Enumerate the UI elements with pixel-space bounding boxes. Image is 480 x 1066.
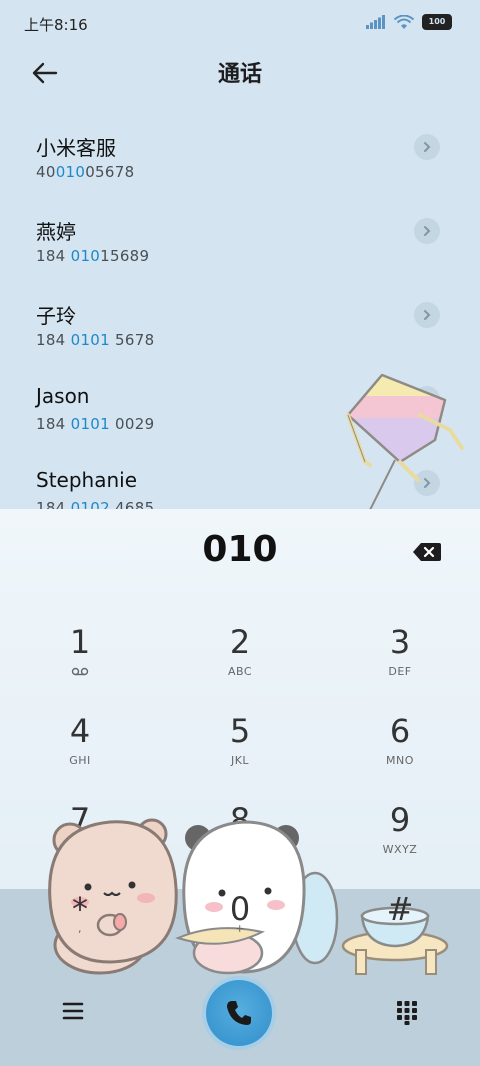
contact-number: 184 0101 5678	[36, 331, 154, 349]
key-1[interactable]: 1	[20, 623, 140, 703]
number-match: 010	[55, 163, 86, 181]
key-digit: 9	[389, 801, 411, 839]
status-icons: 100	[366, 14, 452, 30]
chevron-right-icon	[424, 310, 431, 320]
dialpad: 010 1 2 ABC 3 DEF 4 GHI 5 JKL 6 MNO 7 PQ…	[0, 509, 480, 889]
key-letters: TUV	[228, 843, 252, 856]
key-8[interactable]: 8 TUV	[180, 801, 300, 881]
dial-input[interactable]: 010	[0, 529, 480, 570]
phone-icon	[227, 1001, 251, 1025]
kite-decoration	[346, 373, 464, 510]
number-match: 0101	[70, 331, 110, 349]
number-suffix: 0029	[109, 415, 155, 433]
contact-number: 4001005678	[36, 163, 134, 181]
key-digit: 1	[69, 623, 91, 661]
key-letters: ABC	[227, 665, 253, 678]
key-letters: +	[235, 922, 245, 935]
number-prefix: 184	[36, 415, 71, 433]
key-digit: 3	[389, 623, 411, 661]
contact-number: 184 0101 0029	[36, 415, 154, 433]
key-star[interactable]: * ,	[20, 890, 140, 970]
key-digit: #	[386, 890, 414, 928]
key-letters: MNO	[386, 754, 414, 767]
contact-detail-button[interactable]	[414, 302, 440, 328]
key-letters: ,	[78, 922, 82, 935]
status-time: 上午8:16	[24, 16, 88, 34]
contact-detail-button[interactable]	[414, 218, 440, 244]
number-prefix: 40	[36, 163, 56, 181]
key-3[interactable]: 3 DEF	[340, 623, 460, 703]
key-9[interactable]: 9 WXYZ	[340, 801, 460, 881]
contact-item[interactable]: 子玲 184 0101 5678	[0, 280, 480, 364]
key-digit: 6	[389, 712, 411, 750]
number-match: 0101	[70, 415, 110, 433]
chevron-right-icon	[424, 142, 431, 152]
number-prefix: 184	[36, 331, 71, 349]
key-5[interactable]: 5 JKL	[180, 712, 300, 792]
key-letters: JKL	[230, 754, 250, 767]
key-digit: 2	[229, 623, 251, 661]
page-title: 通话	[217, 62, 262, 87]
key-digit: 5	[229, 712, 251, 750]
contact-name: 燕婷	[36, 220, 76, 244]
key-digit: 7	[69, 801, 91, 839]
contact-name: Stephanie	[36, 468, 138, 492]
key-letters: GHI	[69, 754, 91, 767]
contact-detail-button[interactable]	[414, 134, 440, 160]
key-letters: DEF	[388, 665, 412, 678]
contact-item[interactable]: 燕婷 184 01015689	[0, 196, 480, 280]
contact-item[interactable]: 小米客服 4001005678	[0, 112, 480, 196]
key-7[interactable]: 7 PQRS	[20, 801, 140, 881]
hamburger-menu-icon[interactable]	[60, 998, 86, 1024]
call-button[interactable]	[206, 980, 272, 1046]
key-digit: 8	[229, 801, 251, 839]
dialpad-grid-icon[interactable]	[394, 998, 420, 1026]
top-bar: 通话	[0, 46, 480, 100]
contact-name: 小米客服	[36, 136, 116, 160]
key-0[interactable]: 0 +	[180, 890, 300, 970]
wifi-icon	[394, 14, 414, 29]
backspace-icon[interactable]	[412, 541, 442, 563]
key-2[interactable]: 2 ABC	[180, 623, 300, 703]
signal-icon	[366, 15, 385, 29]
voicemail-icon	[71, 667, 89, 676]
battery-icon: 100	[422, 14, 452, 30]
chevron-right-icon	[424, 226, 431, 236]
number-match: 010	[70, 247, 101, 265]
contact-name: Jason	[36, 384, 90, 408]
key-letters: PQRS	[64, 843, 96, 856]
status-bar: 上午8:16 100	[0, 0, 480, 46]
contact-name: 子玲	[36, 304, 76, 328]
number-suffix: 05678	[85, 163, 135, 181]
number-suffix: 15689	[100, 247, 150, 265]
number-suffix: 5678	[109, 331, 155, 349]
contact-number: 184 01015689	[36, 247, 149, 265]
key-4[interactable]: 4 GHI	[20, 712, 140, 792]
number-prefix: 184	[36, 247, 71, 265]
key-letters: WXYZ	[382, 843, 418, 856]
key-6[interactable]: 6 MNO	[340, 712, 460, 792]
key-digit: 4	[69, 712, 91, 750]
key-hash[interactable]: #	[340, 890, 460, 970]
